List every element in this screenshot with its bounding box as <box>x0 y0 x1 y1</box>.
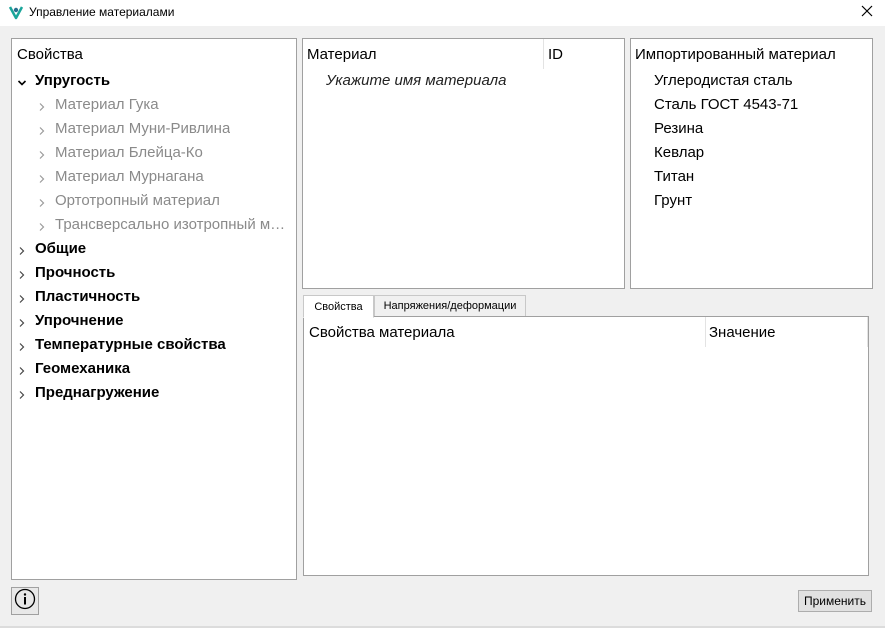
tree-group-label: Преднагружение <box>35 383 160 401</box>
tree-group-label: Температурные свойства <box>35 335 226 353</box>
tree-group-geomechanics[interactable]: Геомеханика <box>12 356 296 380</box>
imported-materials-header: Импортированный материал <box>635 46 836 63</box>
column-divider <box>867 317 868 347</box>
tree-item-blatz-ko[interactable]: Материал Блейца-Ко <box>12 140 296 164</box>
tree-item-label: Материал Муни-Ривлина <box>55 119 231 137</box>
imported-material-item[interactable]: Кевлар <box>631 140 872 164</box>
chevron-down-icon[interactable] <box>17 75 27 86</box>
chevron-right-icon[interactable] <box>37 171 47 183</box>
info-button[interactable] <box>11 587 39 615</box>
tree-group-label: Упрочнение <box>35 311 124 329</box>
tree-group-hardening[interactable]: Упрочнение <box>12 308 296 332</box>
tree-item-murnaghan[interactable]: Материал Мурнагана <box>12 164 296 188</box>
tree-item-transversely-isotropic[interactable]: Трансверсально изотропный м… <box>12 212 296 236</box>
apply-button[interactable]: Применить <box>798 590 872 612</box>
chevron-right-icon[interactable] <box>17 315 27 327</box>
tree-group-label: Пластичность <box>35 287 141 305</box>
material-properties-table: Свойства материала Значение <box>303 316 869 576</box>
tree-group-plasticity[interactable]: Пластичность <box>12 284 296 308</box>
info-icon <box>14 588 36 615</box>
chevron-right-icon[interactable] <box>37 219 47 231</box>
column-divider[interactable] <box>543 39 544 69</box>
properties-table-header: Свойства материала Значение <box>304 317 868 347</box>
tree-group-label: Общие <box>35 239 87 257</box>
imported-material-item[interactable]: Резина <box>631 116 872 140</box>
tree-item-orthotropic[interactable]: Ортотропный материал <box>12 188 296 212</box>
chevron-right-icon[interactable] <box>17 243 27 255</box>
tree-item-label: Материал Гука <box>55 95 159 113</box>
imported-material-item[interactable]: Грунт <box>631 188 872 212</box>
tree-group-elasticity[interactable]: Упругость <box>12 68 296 92</box>
tree-item-label: Ортотропный материал <box>55 191 220 209</box>
properties-tree-panel: Свойства Упругость Материал Гука Материа… <box>11 38 297 580</box>
column-header-value[interactable]: Значение <box>709 324 776 341</box>
tree-group-strength[interactable]: Прочность <box>12 260 296 284</box>
tree-group-thermal[interactable]: Температурные свойства <box>12 332 296 356</box>
imported-materials-list: Углеродистая сталь Сталь ГОСТ 4543-71 Ре… <box>631 68 872 212</box>
imported-material-item[interactable]: Титан <box>631 164 872 188</box>
chevron-right-icon[interactable] <box>17 291 27 303</box>
tab-stress-strain[interactable]: Напряжения/деформации <box>374 295 526 317</box>
materials-table: Материал ID Укажите имя материала <box>302 38 625 289</box>
tree-item-hooke[interactable]: Материал Гука <box>12 92 296 116</box>
chevron-right-icon[interactable] <box>17 363 27 375</box>
chevron-right-icon[interactable] <box>17 267 27 279</box>
tree-item-mooney-rivlin[interactable]: Материал Муни-Ривлина <box>12 116 296 140</box>
tab-properties[interactable]: Свойства <box>303 295 374 318</box>
materials-table-header: Материал ID <box>303 39 624 69</box>
material-name-input[interactable]: Укажите имя материала <box>326 72 506 89</box>
chevron-right-icon[interactable] <box>17 387 27 399</box>
tree-item-label: Трансверсально изотропный м… <box>55 215 286 233</box>
tree-item-label: Материал Блейца-Ко <box>55 143 203 161</box>
window-title: Управление материалами <box>29 5 175 19</box>
imported-materials-panel: Импортированный материал Углеродистая ст… <box>630 38 873 289</box>
chevron-right-icon[interactable] <box>17 339 27 351</box>
tree-group-label: Упругость <box>35 71 111 89</box>
close-icon <box>861 4 873 22</box>
tree-group-preload[interactable]: Преднагружение <box>12 380 296 404</box>
column-divider[interactable] <box>705 317 706 347</box>
chevron-right-icon[interactable] <box>37 99 47 111</box>
tree-group-general[interactable]: Общие <box>12 236 296 260</box>
chevron-right-icon[interactable] <box>37 195 47 207</box>
chevron-right-icon[interactable] <box>37 147 47 159</box>
close-button[interactable] <box>849 0 885 26</box>
column-header-id[interactable]: ID <box>548 46 563 63</box>
column-header-property[interactable]: Свойства материала <box>309 324 455 341</box>
tree-group-label: Прочность <box>35 263 116 281</box>
chevron-right-icon[interactable] <box>37 123 47 135</box>
tree-group-label: Геомеханика <box>35 359 131 377</box>
imported-material-item[interactable]: Углеродистая сталь <box>631 68 872 92</box>
title-bar: Управление материалами <box>0 0 885 26</box>
column-header-material[interactable]: Материал <box>307 46 377 63</box>
properties-tree-header: Свойства <box>17 46 83 63</box>
properties-tree: Упругость Материал Гука Материал Муни-Ри… <box>12 68 296 404</box>
imported-material-item[interactable]: Сталь ГОСТ 4543-71 <box>631 92 872 116</box>
tree-item-label: Материал Мурнагана <box>55 167 204 185</box>
app-logo-icon <box>8 4 24 20</box>
